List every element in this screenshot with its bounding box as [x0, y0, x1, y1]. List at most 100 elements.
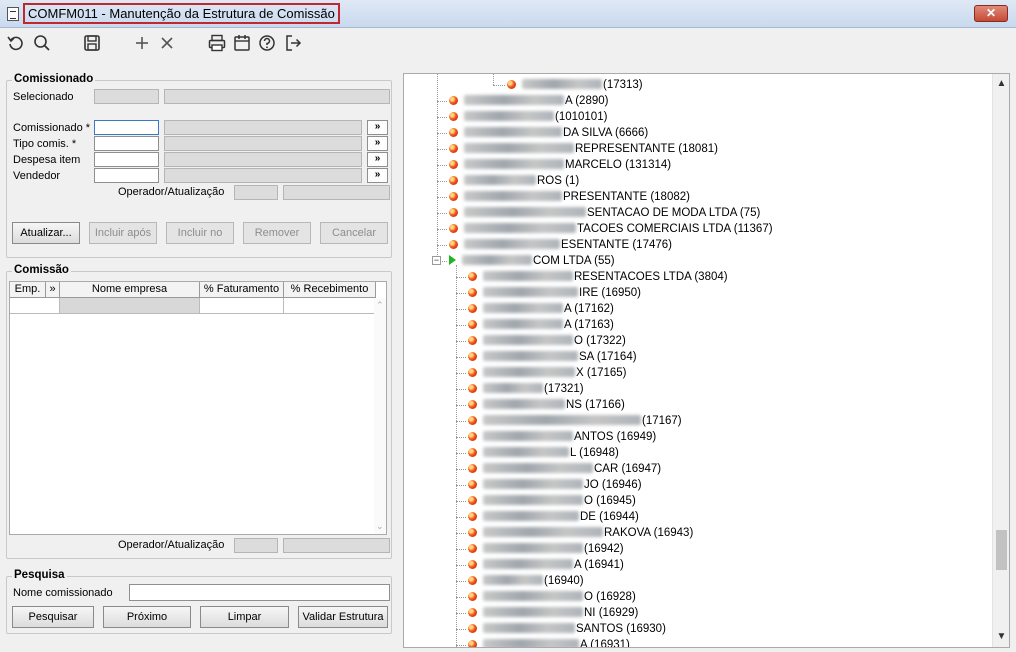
tree-node[interactable]: RAKOVA (16943) [468, 525, 693, 541]
validar-estrutura-button[interactable]: Validar Estrutura [298, 606, 388, 628]
tree-node[interactable]: X (17165) [468, 365, 627, 381]
tree-connector [437, 213, 447, 214]
tree-node[interactable]: O (17322) [468, 333, 626, 349]
redacted-name [483, 463, 593, 473]
cell-faturamento[interactable] [200, 298, 284, 314]
tree-node[interactable]: TACOES COMERCIAIS LTDA (11367) [449, 221, 773, 237]
comissao-grid[interactable]: Emp. » Nome empresa % Faturamento % Rece… [9, 281, 387, 535]
tree-node[interactable]: (1010101) [449, 109, 607, 125]
tree-node[interactable]: NS (17166) [468, 397, 625, 413]
cell-recebimento[interactable] [284, 298, 376, 314]
tree-connector [456, 405, 466, 406]
tree-node[interactable]: A (16941) [468, 557, 624, 573]
scroll-up-icon[interactable]: ▲ [993, 76, 1009, 92]
col-recebimento[interactable]: % Recebimento [284, 282, 376, 298]
atualizar-button[interactable]: Atualizar... [12, 222, 80, 244]
scroll-down-icon[interactable]: ⌄ [376, 521, 384, 532]
comissionado-field[interactable] [94, 120, 159, 135]
col-nome-empresa[interactable]: Nome empresa [60, 282, 200, 298]
scroll-up-icon[interactable]: ⌃ [376, 300, 384, 311]
tree-node[interactable]: RESENTACOES LTDA (3804) [468, 269, 728, 285]
comissionado-lookup-button[interactable]: » [367, 120, 388, 135]
tree-node[interactable]: SANTOS (16930) [468, 621, 666, 637]
calendar-icon[interactable] [232, 33, 252, 53]
tipo-comis-lookup-button[interactable]: » [367, 136, 388, 151]
tree-node[interactable]: CAR (16947) [468, 461, 661, 477]
search-icon[interactable] [32, 33, 52, 53]
close-button[interactable]: ✕ [974, 5, 1008, 22]
cell-emp[interactable] [10, 298, 60, 314]
tree-node-label: (1010101) [555, 111, 608, 123]
tree-scrollbar[interactable]: ▲ ▼ [992, 74, 1009, 647]
tree-node-label: (16940) [544, 575, 584, 587]
cancelar-button[interactable]: Cancelar [320, 222, 388, 244]
exit-icon[interactable] [283, 33, 303, 53]
vendedor-lookup-button[interactable]: » [367, 168, 388, 183]
tree-node[interactable]: NI (16929) [468, 605, 638, 621]
tree-node[interactable]: MARCELO (131314) [449, 157, 671, 173]
commission-tree[interactable]: ▲ ▼ (17313) A (2890) (1010101) DA SILVA (66… [403, 73, 1010, 648]
tree-node[interactable]: L (16948) [468, 445, 619, 461]
nome-comissionado-input[interactable] [129, 584, 390, 601]
tree-node[interactable]: ESENTANTE (17476) [449, 237, 672, 253]
tree-node[interactable]: JO (16946) [468, 477, 642, 493]
scrollbar-thumb[interactable] [996, 530, 1007, 570]
tree-node[interactable]: O (16928) [468, 589, 636, 605]
remover-button[interactable]: Remover [243, 222, 311, 244]
limpar-button[interactable]: Limpar [200, 606, 289, 628]
commissioned-node-icon [468, 640, 477, 647]
tree-node[interactable]: IRE (16950) [468, 285, 641, 301]
proximo-button[interactable]: Próximo [103, 606, 191, 628]
tree-node[interactable]: REPRESENTANTE (18081) [449, 141, 718, 157]
vendedor-field[interactable] [94, 168, 159, 183]
tree-node[interactable]: (17313) [507, 77, 643, 93]
commissioned-node-icon [468, 448, 477, 457]
col-faturamento[interactable]: % Faturamento [200, 282, 284, 298]
tree-node[interactable]: O (16945) [468, 493, 636, 509]
pesquisar-button[interactable]: Pesquisar [12, 606, 94, 628]
col-emp[interactable]: Emp. [10, 282, 46, 298]
tree-connector [456, 645, 466, 646]
refresh-icon[interactable] [6, 33, 26, 53]
tree-node[interactable]: PRESENTANTE (18082) [449, 189, 690, 205]
tree-node[interactable]: COM LTDA (55) [449, 253, 615, 269]
scroll-down-icon[interactable]: ▼ [993, 629, 1009, 645]
add-icon[interactable] [132, 33, 152, 53]
incluir-apos-button[interactable]: Incluir após [89, 222, 157, 244]
tree-node[interactable]: ROS (1) [449, 173, 579, 189]
redacted-name [464, 175, 536, 185]
tree-connector [456, 517, 466, 518]
commissioned-node-icon [468, 304, 477, 313]
redacted-name [483, 511, 579, 521]
tree-node[interactable]: A (2890) [449, 93, 608, 109]
despesa-item-lookup-button[interactable]: » [367, 152, 388, 167]
selected-node-icon [449, 255, 456, 265]
delete-icon[interactable] [157, 33, 177, 53]
tree-node[interactable]: ANTOS (16949) [468, 429, 656, 445]
tree-node[interactable]: A (17162) [468, 301, 614, 317]
tree-node[interactable]: (16940) [468, 573, 584, 589]
tree-node[interactable]: (16942) [468, 541, 624, 557]
tree-node[interactable]: A (17163) [468, 317, 614, 333]
tree-node[interactable]: (17321) [468, 381, 584, 397]
table-row[interactable] [10, 298, 376, 314]
tree-node[interactable]: SENTACAO DE MODA LTDA (75) [449, 205, 760, 221]
collapse-node-icon[interactable]: − [432, 256, 441, 265]
print-icon[interactable] [207, 33, 227, 53]
tipo-comis-field[interactable] [94, 136, 159, 151]
grid-scrollbar[interactable]: ⌃ ⌄ [374, 298, 386, 534]
tree-node[interactable]: DE (16944) [468, 509, 639, 525]
tree-node[interactable]: (17167) [468, 413, 682, 429]
despesa-item-field[interactable] [94, 152, 159, 167]
tree-node-label: DE (16944) [580, 511, 639, 523]
tipo-comis-label: Tipo comis. * [13, 138, 77, 150]
tree-node[interactable]: DA SILVA (6666) [449, 125, 648, 141]
redacted-name [483, 351, 578, 361]
tree-node[interactable]: SA (17164) [468, 349, 637, 365]
help-icon[interactable] [257, 33, 277, 53]
incluir-no-button[interactable]: Incluir no [166, 222, 234, 244]
document-icon [7, 7, 19, 21]
col-lookup[interactable]: » [46, 282, 60, 298]
save-icon[interactable] [82, 33, 102, 53]
tree-node[interactable]: A (16931) [468, 637, 630, 647]
